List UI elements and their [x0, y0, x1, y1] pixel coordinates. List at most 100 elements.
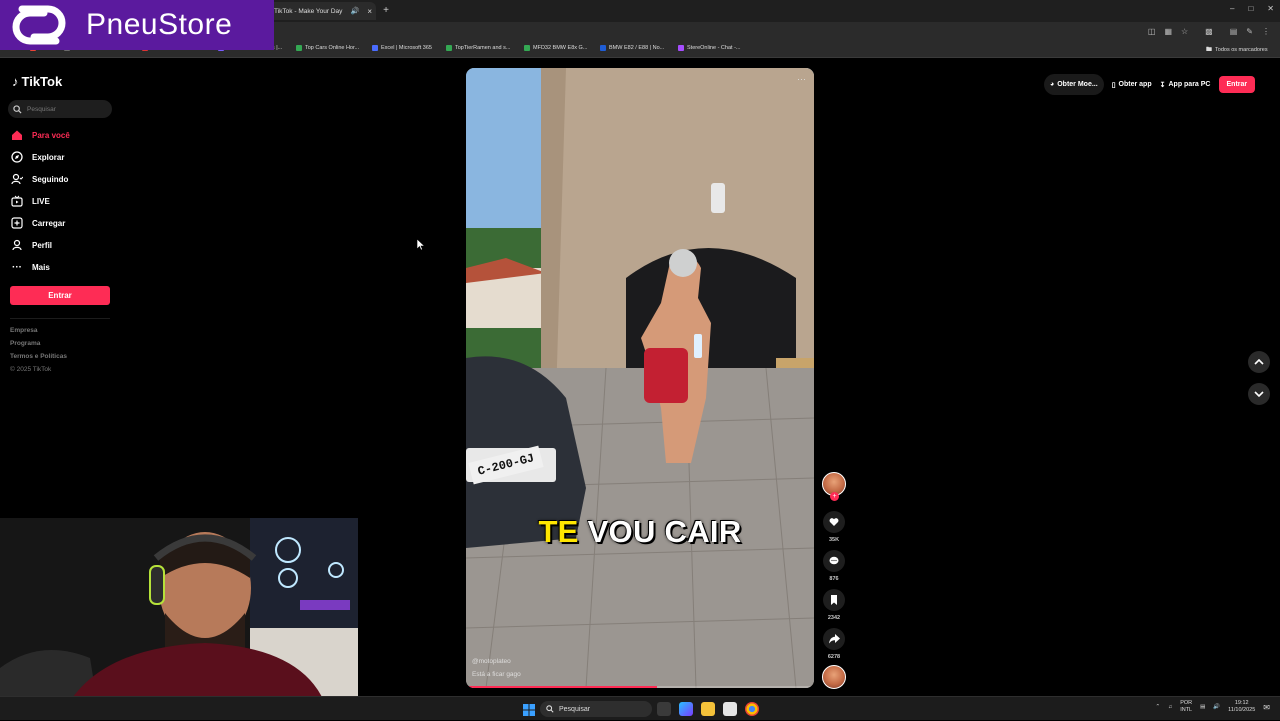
video-frame — [466, 68, 814, 688]
microphone-icon[interactable]: ♫ — [1168, 704, 1172, 710]
task-view-icon[interactable] — [657, 702, 671, 716]
browser-tab-tiktok[interactable]: TikTok - Make Your Day 🔊 × — [268, 2, 376, 20]
nav-profile[interactable]: Perfil — [11, 239, 52, 251]
bookmark-item[interactable]: MFD32 BMW E8x G... — [524, 45, 587, 51]
video-progress-fill — [466, 686, 658, 688]
streamer-webcam — [0, 518, 358, 720]
nav-more[interactable]: ··· Mais — [11, 261, 50, 273]
nav-label: Seguindo — [32, 174, 69, 184]
like-count: 35K — [828, 537, 840, 543]
video-progress-bar[interactable] — [466, 686, 814, 688]
chevron-down-icon — [1254, 391, 1264, 397]
share-button[interactable] — [823, 628, 845, 650]
close-window-icon[interactable]: ✕ — [1267, 4, 1274, 13]
video-subtitle-highlight: TE — [538, 514, 579, 549]
extensions-icon[interactable]: ▩ — [1205, 27, 1213, 36]
profile-pen-icon[interactable]: ✎ — [1246, 27, 1253, 36]
tab-title: TikTok - Make Your Day — [274, 7, 343, 15]
clock[interactable]: 19:12 11/10/2025 — [1228, 700, 1255, 714]
download-icon: ↧ — [1159, 81, 1166, 89]
bookmark-item[interactable]: Top Cars Online Hor... — [296, 45, 359, 51]
mouse-cursor-icon — [416, 238, 426, 256]
app-for-pc-button[interactable]: ↧ App para PC — [1160, 81, 1211, 89]
comment-count: 876 — [829, 576, 839, 582]
coin-icon: ◕ — [1050, 81, 1055, 88]
close-tab-icon[interactable]: × — [367, 7, 372, 16]
video-player[interactable]: ··· TE VOU CAIR C-200-GJ @motoplateo Est… — [466, 68, 814, 688]
nav-label: LIVE — [32, 196, 50, 206]
sidebar-icon[interactable]: ▤ — [1230, 27, 1238, 36]
nav-explore[interactable]: Explorar — [11, 151, 64, 163]
follow-plus-icon[interactable]: + — [830, 492, 839, 501]
more-dots-icon: ··· — [12, 261, 22, 273]
next-video-button[interactable] — [1248, 383, 1270, 405]
minimize-icon[interactable]: – — [1230, 4, 1234, 13]
top-login-button[interactable]: Entrar — [1218, 76, 1256, 93]
phone-icon: ▯ — [1111, 81, 1116, 89]
comment-button[interactable] — [823, 550, 845, 572]
nav-label: Para você — [32, 130, 70, 140]
upload-plus-icon — [11, 217, 23, 229]
cast-icon[interactable]: ◫ — [1148, 27, 1156, 36]
heart-icon — [829, 518, 839, 526]
video-subtitle-rest: VOU CAIR — [578, 514, 742, 549]
get-app-button[interactable]: ▯ Obter app — [1112, 81, 1152, 89]
chrome-icon[interactable] — [745, 702, 759, 716]
bookmark-item[interactable]: TopTierRamen and s... — [446, 45, 510, 51]
previous-video-button[interactable] — [1248, 351, 1270, 373]
like-button[interactable] — [823, 511, 845, 533]
app-for-pc-label: App para PC — [1168, 81, 1211, 88]
restore-icon[interactable]: □ — [1248, 4, 1253, 13]
pneustore-logo: PneuStore — [0, 0, 274, 50]
search-icon — [546, 705, 554, 713]
language-code: POR — [1180, 700, 1193, 706]
get-coins-label: Obter Moe... — [1057, 81, 1098, 88]
top-right-actions: ◕ Obter Moe... ▯ Obter app ↧ App para PC En… — [1044, 74, 1256, 95]
nav-for-you[interactable]: Para você — [11, 129, 70, 141]
copilot-icon[interactable] — [679, 702, 693, 716]
bookmark-item[interactable]: BMW E82 / E88 | No... — [600, 45, 664, 51]
bookmark-item[interactable]: StereOnline - Chat -... — [678, 45, 741, 51]
tab-audio-icon[interactable]: 🔊 — [351, 7, 360, 15]
window-controls: – □ ✕ — [1230, 4, 1274, 13]
bookmark-icon — [831, 595, 837, 605]
nav-upload[interactable]: Carregar — [11, 217, 65, 229]
all-bookmarks-folder[interactable]: 🖿 Todos os marcadores — [1206, 45, 1268, 55]
nav-following[interactable]: Seguindo — [11, 173, 68, 185]
footer-company-link[interactable]: Empresa — [10, 327, 37, 334]
get-coins-button[interactable]: ◕ Obter Moe... — [1044, 74, 1104, 95]
file-explorer-icon[interactable] — [701, 702, 715, 716]
input-language[interactable]: POR INTL — [1180, 700, 1192, 714]
new-tab-button[interactable]: + — [380, 5, 392, 17]
star-icon[interactable]: ☆ — [1181, 27, 1188, 36]
nav-live[interactable]: LIVE — [11, 195, 50, 207]
share-count: 6278 — [827, 654, 841, 660]
pneustore-brand-text: PneuStore — [86, 8, 233, 41]
store-icon[interactable] — [723, 702, 737, 716]
video-username[interactable]: @motoplateo — [472, 658, 511, 665]
save-button[interactable] — [823, 589, 845, 611]
search-input[interactable]: Pesquisar — [8, 100, 112, 118]
taskbar-search[interactable]: Pesquisar — [540, 701, 652, 717]
footer-copyright: © 2025 TikTok — [10, 366, 52, 373]
footer-program-link[interactable]: Programa — [10, 340, 40, 347]
nav-label: Perfil — [32, 240, 53, 250]
pneustore-logo-mark — [8, 3, 70, 47]
volume-icon[interactable]: 🔊 — [1213, 704, 1220, 710]
live-tv-icon — [11, 195, 23, 207]
menu-dots-icon[interactable]: ⋮ — [1262, 27, 1270, 36]
get-app-label: Obter app — [1118, 81, 1152, 88]
notifications-icon[interactable]: ✉ — [1263, 703, 1270, 712]
translate-icon[interactable]: ▦ — [1164, 27, 1172, 36]
login-button[interactable]: Entrar — [10, 286, 110, 305]
network-icon[interactable]: ▤ — [1200, 704, 1205, 710]
bookmark-item[interactable]: Excel | Microsoft 365 — [372, 45, 432, 51]
video-more-icon[interactable]: ··· — [797, 74, 806, 84]
sound-disc-avatar[interactable] — [822, 665, 846, 689]
tray-chevron-icon[interactable]: ⌃ — [1155, 704, 1160, 710]
footer-terms-link[interactable]: Termos e Políticas — [10, 353, 67, 360]
tiktok-logo[interactable]: ♪ TikTok — [12, 74, 62, 89]
windows-start-icon[interactable] — [523, 703, 535, 721]
home-icon — [11, 129, 23, 141]
search-icon — [13, 104, 22, 114]
